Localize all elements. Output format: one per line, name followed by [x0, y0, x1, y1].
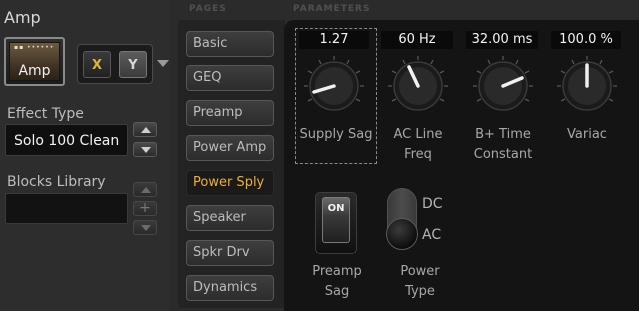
amp-thumbnail[interactable]: ▪▪ •••••• Amp [4, 37, 65, 86]
block-panel: Amp ▪▪ •••••• Amp X Y Effect Type Solo 1… [0, 0, 170, 311]
b-plus-time-constant-knob[interactable] [471, 54, 535, 118]
ac-line-freq-label-1: AC Line [393, 127, 443, 142]
page-tab-basic[interactable]: Basic [186, 31, 274, 57]
ac-line-freq-knob[interactable] [386, 54, 450, 118]
library-down-button[interactable] [133, 220, 157, 235]
arrow-down-icon [141, 225, 151, 231]
arrow-up-icon [141, 187, 151, 193]
page-tab-dynamics[interactable]: Dynamics [186, 275, 274, 301]
chevron-down-icon[interactable] [157, 60, 169, 67]
ac-line-freq-label-2: Freq [404, 147, 432, 162]
y-button[interactable]: Y [119, 51, 147, 78]
page-tab-speaker[interactable]: Speaker [186, 205, 274, 231]
power-type-toggle-knob[interactable] [386, 218, 418, 250]
effect-type-label: Effect Type [7, 106, 84, 122]
supply-sag-label: Supply Sag [299, 127, 373, 142]
effect-type-up-button[interactable] [133, 122, 157, 137]
variac-knob[interactable] [555, 54, 619, 118]
amp-thumbnail-label: Amp [18, 63, 51, 79]
effect-type-down-button[interactable] [133, 142, 157, 157]
page-tab-power-amp[interactable]: Power Amp [186, 135, 274, 161]
supply-sag-value[interactable]: 1.27 [299, 31, 369, 49]
page-tab-spkr-drv[interactable]: Spkr Drv [186, 240, 274, 266]
power-type-label-1: Power [400, 264, 440, 279]
xy-switch: X Y [77, 44, 153, 84]
power-type-option-ac[interactable]: AC [422, 227, 441, 243]
x-button[interactable]: X [83, 51, 111, 78]
variac-value[interactable]: 100.0 % [551, 31, 621, 49]
library-add-button[interactable]: + [133, 200, 157, 216]
arrow-up-icon [141, 127, 151, 133]
variac-label: Variac [567, 127, 607, 142]
power-type-label-2: Type [405, 284, 435, 299]
arrow-down-icon [141, 147, 151, 153]
plus-icon: + [139, 200, 151, 216]
preamp-sag-label-1: Preamp [312, 264, 362, 279]
blocks-library-field[interactable] [5, 193, 128, 224]
preamp-sag-label-2: Sag [324, 284, 350, 299]
amp-face-graphic: ▪▪ •••••• Amp [9, 42, 60, 81]
amp-dots-decoration: ▪▪ •••••• [14, 44, 55, 51]
b-plus-time-constant-label-1: B+ Time [475, 127, 531, 142]
blocks-library-label: Blocks Library [7, 174, 106, 190]
effect-type-field[interactable]: Solo 100 Clean [5, 124, 128, 156]
block-title: Amp [4, 8, 41, 27]
b-plus-time-constant-label-2: Constant [473, 147, 533, 162]
page-tab-geq[interactable]: GEQ [186, 65, 274, 91]
ac-line-freq-value[interactable]: 60 Hz [381, 31, 453, 49]
preamp-sag-switch[interactable]: ON [322, 197, 350, 243]
supply-sag-knob[interactable] [302, 54, 366, 118]
parameters-header: PARAMETERS [293, 4, 371, 14]
library-up-button[interactable] [133, 182, 157, 197]
page-tab-power-sply[interactable]: Power Sply [186, 170, 274, 196]
b-plus-time-constant-value[interactable]: 32.00 ms [466, 31, 538, 49]
page-tab-preamp[interactable]: Preamp [186, 100, 274, 126]
power-type-option-dc[interactable]: DC [422, 196, 443, 212]
pages-header: PAGES [189, 4, 227, 14]
